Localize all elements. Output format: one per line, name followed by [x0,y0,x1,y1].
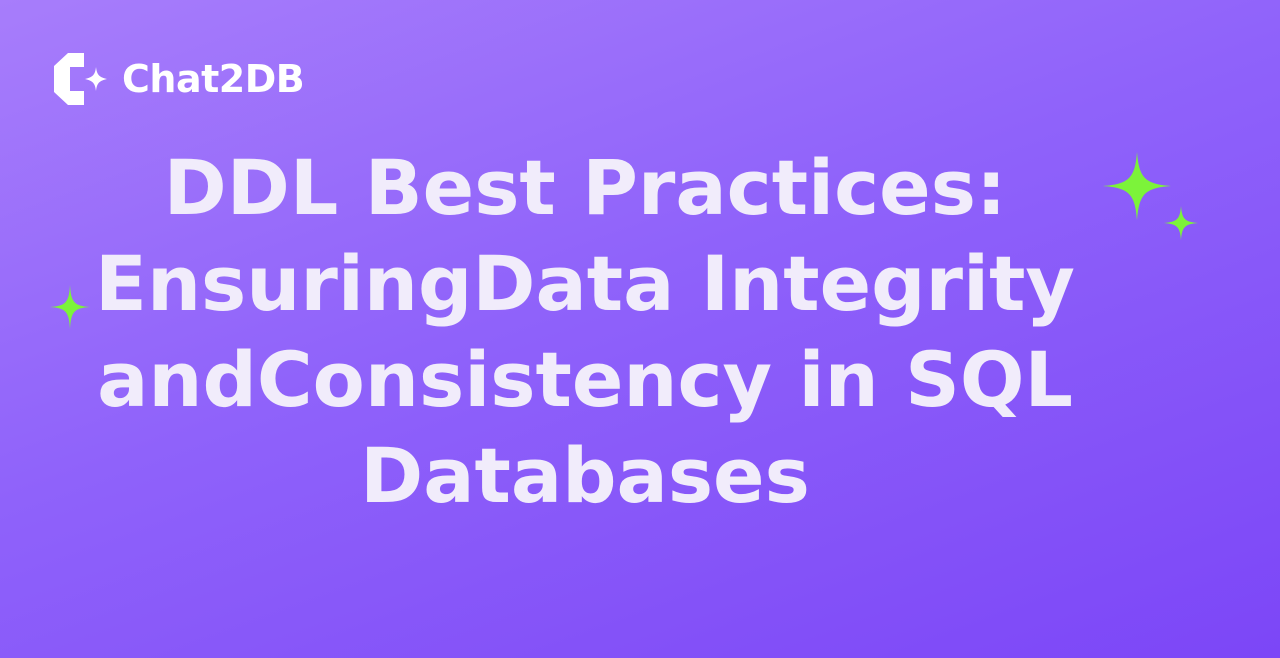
page-title: DDL Best Practices: EnsuringData Integri… [30,140,1140,524]
title-line-1: DDL Best Practices: [163,143,1007,232]
title-line-2: EnsuringData Integrity [95,239,1075,328]
chat2db-logo-icon [50,52,108,106]
title-line-3: andConsistency in SQL [97,335,1073,424]
title-line-4: Databases [360,431,810,520]
brand-logo: Chat2DB [50,52,305,106]
brand-name: Chat2DB [122,57,305,101]
sparkle-icon [50,285,90,329]
sparkle-icon [1164,206,1198,240]
sparkle-icon [1103,152,1171,220]
banner: Chat2DB DDL Best Practices: EnsuringData… [0,0,1280,658]
